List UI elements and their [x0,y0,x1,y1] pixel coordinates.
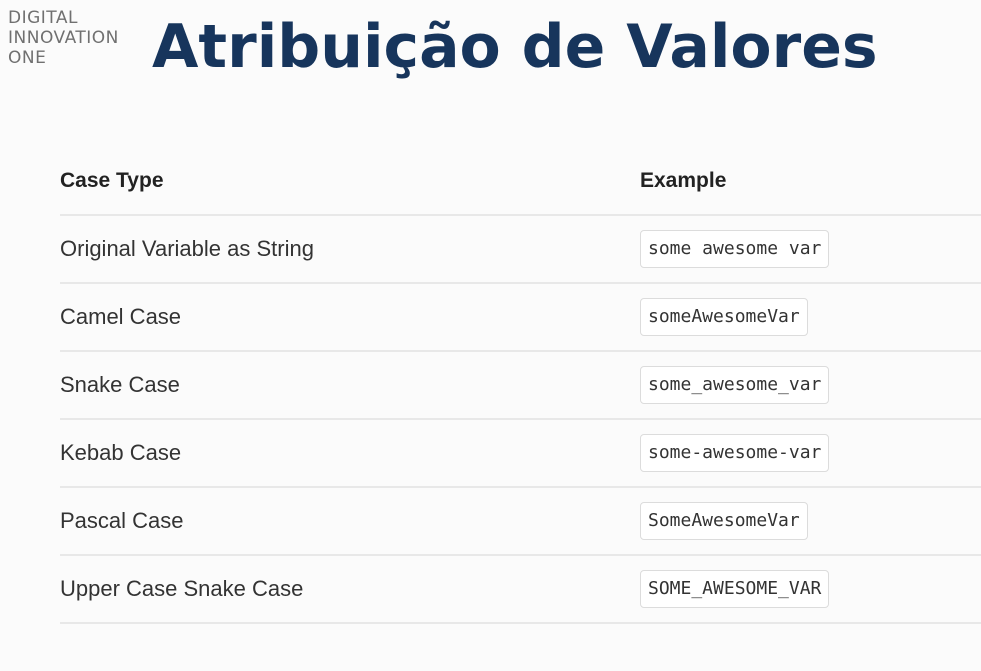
header-example: Example [640,169,727,192]
case-type-label: Pascal Case [60,508,184,533]
example-code: SOME_AWESOME_VAR [640,570,830,608]
header-case-type: Case Type [60,169,164,192]
slide-title: Atribuição de Valores [152,12,878,82]
case-type-label: Original Variable as String [60,236,314,261]
logo-line-1: DIGITAL [8,8,78,28]
table-row: Camel Case someAwesomeVar [60,284,981,352]
example-code: SomeAwesomeVar [640,502,808,540]
case-type-label: Snake Case [60,372,180,397]
table-row: Pascal Case SomeAwesomeVar [60,488,981,556]
case-type-label: Kebab Case [60,440,182,465]
case-type-label: Camel Case [60,304,182,329]
table-row: Snake Case some_awesome_var [60,352,981,420]
table-header-row: Case Type Example [60,148,981,216]
example-code: someAwesomeVar [640,298,808,336]
case-type-table: Case Type Example Original Variable as S… [60,148,981,624]
logo-line-2: INNOVATION [8,28,119,48]
example-code: some awesome var [640,230,830,268]
table-row: Kebab Case some-awesome-var [60,420,981,488]
table-row: Original Variable as String some awesome… [60,216,981,284]
case-type-label: Upper Case Snake Case [60,576,304,601]
example-code: some_awesome_var [640,366,830,404]
logo-line-3: ONE [8,48,47,68]
table-row: Upper Case Snake Case SOME_AWESOME_VAR [60,556,981,624]
dio-logo: DIGITAL INNOVATION ONE [8,8,119,68]
example-code: some-awesome-var [640,434,830,472]
